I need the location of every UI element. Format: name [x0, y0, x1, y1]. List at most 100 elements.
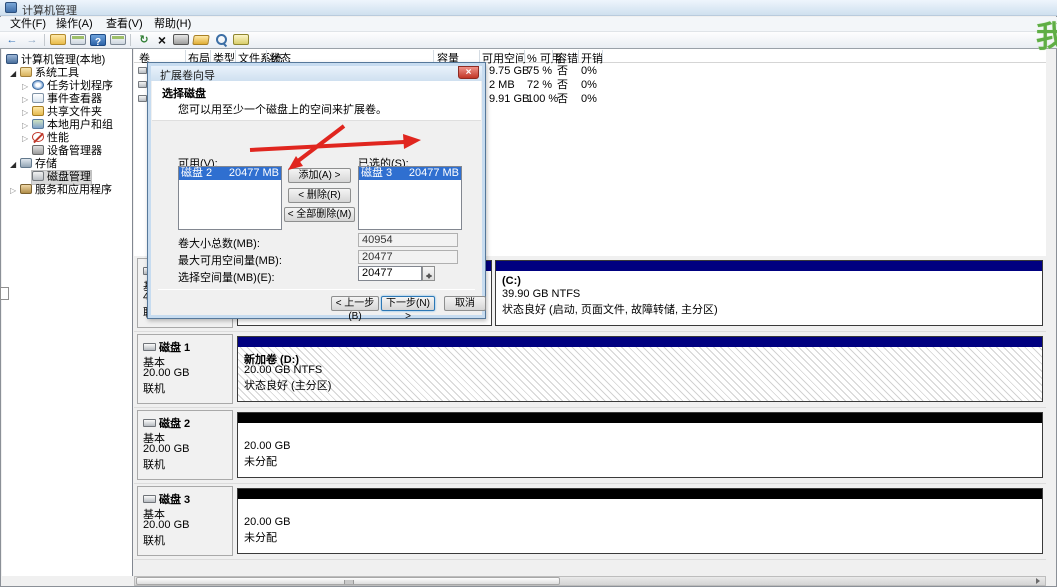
disk2-unallocated[interactable]: 20.00 GB 未分配	[237, 412, 1043, 478]
expander-icon[interactable]	[22, 119, 32, 132]
toolbar-separator	[130, 34, 131, 46]
disk-size: 20.00 GB	[143, 367, 189, 379]
menu-help[interactable]: 帮助(H)	[148, 18, 197, 31]
disk2-panel[interactable]: 磁盘 2 基本 20.00 GB 联机	[137, 410, 233, 480]
dialog-heading: 选择磁盘	[162, 85, 206, 101]
search-icon[interactable]	[213, 33, 229, 47]
titlebar[interactable]: 计算机管理	[0, 0, 1057, 16]
column-separator	[235, 50, 236, 62]
expander-icon[interactable]	[10, 67, 20, 80]
partition-size: 39.90 GB NTFS	[502, 288, 580, 300]
tree-item-services-apps[interactable]: 服务和应用程序	[10, 184, 112, 197]
back-button[interactable]: < 上一步(B)	[331, 296, 379, 311]
disk-size: 20.00 GB	[143, 443, 189, 455]
column-separator	[185, 50, 186, 62]
available-listbox[interactable]: 磁盘 2 20477 MB	[178, 166, 282, 230]
column-separator	[266, 50, 267, 62]
tree-item-task-scheduler[interactable]: 任务计划程序	[22, 80, 113, 93]
device-manager-icon	[32, 145, 44, 155]
menu-file[interactable]: 文件(F)	[4, 18, 52, 31]
console-window-icon[interactable]	[110, 34, 126, 45]
partition-label: (C:)	[502, 275, 521, 287]
up-folder-icon[interactable]	[50, 34, 66, 45]
window-title: 计算机管理	[22, 2, 77, 18]
selected-disk-item[interactable]: 磁盘 3 20477 MB	[359, 167, 461, 180]
available-disk-item[interactable]: 磁盘 2 20477 MB	[179, 167, 281, 180]
tree-item-event-viewer[interactable]: 事件查看器	[22, 93, 102, 106]
add-button[interactable]: 添加(A) >	[288, 168, 351, 183]
disk1-partition-d[interactable]: 新加卷 (D:) 20.00 GB NTFS 状态良好 (主分区)	[237, 336, 1043, 402]
disk3-unallocated[interactable]: 20.00 GB 未分配	[237, 488, 1043, 554]
cancel-button[interactable]: 取消	[444, 296, 486, 311]
console-tree: 计算机管理(本地) 系统工具 任务计划程序 事件查看器 共享文件夹 本地用户和组…	[2, 49, 133, 576]
disk-row-separator	[134, 559, 1046, 560]
disk-size: 20.00 GB	[143, 519, 189, 531]
disk-status: 联机	[143, 456, 165, 472]
menu-action[interactable]: 操作(A)	[50, 18, 99, 31]
select-space-input[interactable]: 20477	[358, 266, 422, 281]
disk-icon	[143, 419, 156, 427]
performance-icon	[32, 132, 44, 142]
disk3-panel[interactable]: 磁盘 3 基本 20.00 GB 联机	[137, 486, 233, 556]
disk-management-icon	[32, 171, 44, 181]
refresh-icon[interactable]	[136, 33, 152, 47]
tree-item-local-users[interactable]: 本地用户和组	[22, 119, 113, 132]
partition-status: 未分配	[244, 453, 277, 469]
expander-icon[interactable]	[22, 106, 32, 119]
select-space-label: 选择空间量(MB)(E):	[178, 269, 275, 285]
close-icon[interactable]	[458, 66, 479, 79]
tree-item-device-manager[interactable]: 设备管理器	[32, 145, 102, 158]
task-scheduler-icon	[32, 80, 44, 90]
app-icon	[5, 2, 17, 13]
tree-item-storage[interactable]: 存储	[10, 158, 57, 171]
tree-item-disk-management[interactable]: 磁盘管理	[32, 171, 91, 184]
dialog-description: 您可以用至少一个磁盘上的空间来扩展卷。	[178, 101, 387, 117]
tree-item-shared-folders[interactable]: 共享文件夹	[22, 106, 102, 119]
computer-management-window: 计算机管理 文件(F) 操作(A) 查看(V) 帮助(H) 计算机管理(本地) …	[0, 0, 1057, 587]
tree-item-system-tools[interactable]: 系统工具	[10, 67, 79, 80]
menu-view[interactable]: 查看(V)	[100, 18, 149, 31]
back-icon[interactable]	[4, 33, 20, 47]
column-separator	[552, 50, 553, 62]
toolbar	[0, 32, 1057, 49]
selected-listbox[interactable]: 磁盘 3 20477 MB	[358, 166, 462, 230]
remove-button[interactable]: < 删除(R)	[288, 188, 351, 203]
disk0-partition-c[interactable]: (C:) 39.90 GB NTFS 状态良好 (启动, 页面文件, 故障转储,…	[495, 260, 1043, 326]
open-folder-icon[interactable]	[192, 35, 209, 45]
total-size-label: 卷大小总数(MB):	[178, 235, 260, 251]
horizontal-scrollbar[interactable]	[134, 576, 1046, 586]
expander-icon[interactable]	[22, 132, 32, 145]
expander-icon[interactable]	[22, 80, 32, 93]
max-space-label: 最大可用空间量(MB):	[178, 252, 282, 268]
export-icon[interactable]	[233, 34, 249, 45]
cell-free-space: 9.91 GB	[489, 92, 529, 106]
dialog-titlebar[interactable]: 扩展卷向导	[151, 66, 482, 81]
partition-size: 20.00 GB	[244, 516, 290, 528]
partition-size: 20.00 GB	[244, 440, 290, 452]
scrollbar-right-arrow[interactable]	[1033, 577, 1044, 585]
system-tools-icon	[20, 67, 32, 77]
remove-all-button[interactable]: < 全部删除(M)	[284, 207, 355, 222]
disk1-panel[interactable]: 磁盘 1 基本 20.00 GB 联机	[137, 334, 233, 404]
expander-icon[interactable]	[22, 93, 32, 106]
partition-status: 未分配	[244, 529, 277, 545]
forward-icon[interactable]	[24, 33, 40, 47]
tree-item-performance[interactable]: 性能	[22, 132, 69, 145]
disk-icon	[143, 495, 156, 503]
column-separator	[524, 50, 525, 62]
expander-icon[interactable]	[10, 158, 20, 171]
help-icon[interactable]	[90, 34, 106, 46]
expander-icon[interactable]	[10, 184, 20, 197]
console-window-icon[interactable]	[70, 34, 86, 45]
spinner-control[interactable]	[422, 266, 435, 281]
tree-item-computer-management[interactable]: 计算机管理(本地)	[6, 54, 105, 67]
shared-folders-icon	[32, 106, 44, 116]
dialog-separator	[158, 289, 475, 290]
properties-icon[interactable]	[173, 34, 189, 45]
event-viewer-icon	[32, 93, 44, 103]
next-button[interactable]: 下一步(N) >	[381, 296, 435, 311]
scrollbar-thumb[interactable]	[136, 577, 560, 585]
cell-free-space: 2 MB	[489, 78, 515, 92]
partition-status: 状态良好 (启动, 页面文件, 故障转储, 主分区)	[502, 301, 718, 317]
delete-icon[interactable]	[154, 33, 170, 47]
